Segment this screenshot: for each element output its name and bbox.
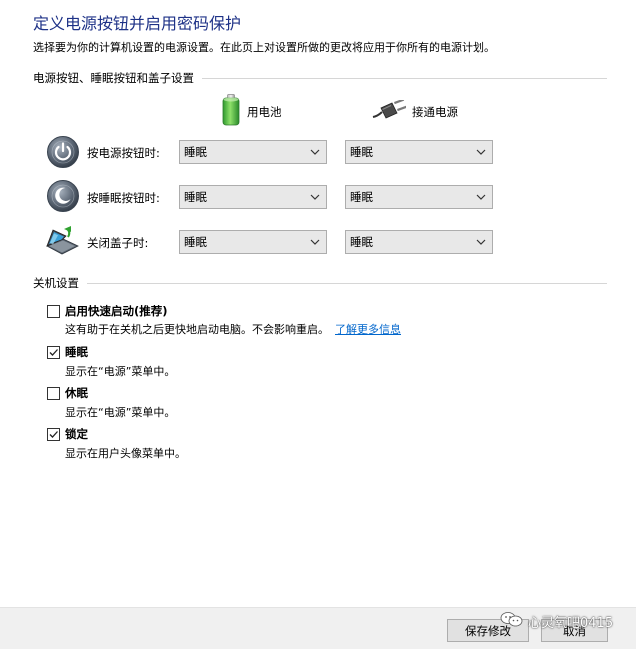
- sleep-button-icon: [46, 179, 80, 213]
- checkmark-icon: [49, 348, 58, 356]
- cancel-button[interactable]: 取消: [541, 619, 608, 642]
- lock-description: 显示在用户头像菜单中。: [65, 447, 186, 460]
- fast-startup-label: 启用快速启动(推荐): [65, 304, 168, 318]
- fast-startup-option[interactable]: 启用快速启动(推荐): [47, 303, 168, 319]
- plugged-in-column-label: 接通电源: [412, 104, 458, 119]
- chevron-down-icon: [470, 231, 492, 253]
- lock-checkbox[interactable]: [47, 427, 60, 441]
- battery-icon: [221, 94, 241, 129]
- chevron-down-icon: [304, 231, 326, 253]
- lid-plugged-in-select[interactable]: 睡眠: [345, 230, 493, 254]
- fast-startup-description: 这有助于在关机之后更快地启动电脑。不会影响重启。 了解更多信息: [65, 321, 401, 337]
- select-value: 睡眠: [184, 235, 207, 249]
- checkmark-icon: [49, 430, 58, 438]
- power-section-header: 电源按钮、睡眠按钮和盖子设置: [33, 70, 607, 86]
- power-section-title: 电源按钮、睡眠按钮和盖子设置: [33, 71, 194, 85]
- hibernate-description: 显示在“电源”菜单中。: [65, 406, 176, 419]
- laptop-lid-icon: [44, 224, 79, 258]
- battery-column-label: 用电池: [247, 104, 282, 119]
- shutdown-section-title: 关机设置: [33, 276, 79, 290]
- select-value: 睡眠: [184, 190, 207, 204]
- select-value: 睡眠: [184, 145, 207, 159]
- lock-option[interactable]: 锁定: [47, 426, 88, 442]
- chevron-down-icon: [470, 186, 492, 208]
- lock-label: 锁定: [65, 427, 88, 441]
- select-value: 睡眠: [350, 145, 373, 159]
- battery-column-header: 用电池: [221, 94, 282, 129]
- section-divider: [202, 78, 607, 79]
- hibernate-label: 休眠: [65, 386, 88, 400]
- learn-more-link[interactable]: 了解更多信息: [335, 323, 401, 336]
- save-changes-button[interactable]: 保存修改: [447, 619, 529, 642]
- chevron-down-icon: [470, 141, 492, 163]
- sleep-button-battery-select[interactable]: 睡眠: [179, 185, 327, 209]
- power-button-icon: [46, 135, 80, 169]
- power-button-row-label: 按电源按钮时:: [87, 146, 160, 160]
- select-value: 睡眠: [350, 235, 373, 249]
- lid-row-label: 关闭盖子时:: [87, 236, 149, 250]
- sleep-checkbox[interactable]: [47, 345, 60, 359]
- sleep-description: 显示在“电源”菜单中。: [65, 365, 176, 378]
- chevron-down-icon: [304, 186, 326, 208]
- fast-startup-description-text: 这有助于在关机之后更快地启动电脑。不会影响重启。: [65, 323, 329, 336]
- shutdown-section-header: 关机设置: [33, 275, 607, 291]
- power-button-plugged-in-select[interactable]: 睡眠: [345, 140, 493, 164]
- section-divider: [87, 283, 607, 284]
- power-plug-icon: [372, 98, 408, 123]
- select-value: 睡眠: [350, 190, 373, 204]
- sleep-button-row-label: 按睡眠按钮时:: [87, 191, 160, 205]
- hibernate-checkbox[interactable]: [47, 386, 60, 400]
- sleep-button-plugged-in-select[interactable]: 睡眠: [345, 185, 493, 209]
- page-description: 选择要为你的计算机设置的电源设置。在此页上对设置所做的更改将应用于你所有的电源计…: [33, 41, 495, 54]
- power-button-battery-select[interactable]: 睡眠: [179, 140, 327, 164]
- fast-startup-checkbox[interactable]: [47, 304, 60, 318]
- hibernate-option[interactable]: 休眠: [47, 385, 88, 401]
- sleep-option[interactable]: 睡眠: [47, 344, 88, 360]
- chevron-down-icon: [304, 141, 326, 163]
- plugged-in-column-header: 接通电源: [372, 98, 458, 123]
- lid-battery-select[interactable]: 睡眠: [179, 230, 327, 254]
- page-title: 定义电源按钮并启用密码保护: [33, 14, 242, 33]
- sleep-label: 睡眠: [65, 345, 88, 359]
